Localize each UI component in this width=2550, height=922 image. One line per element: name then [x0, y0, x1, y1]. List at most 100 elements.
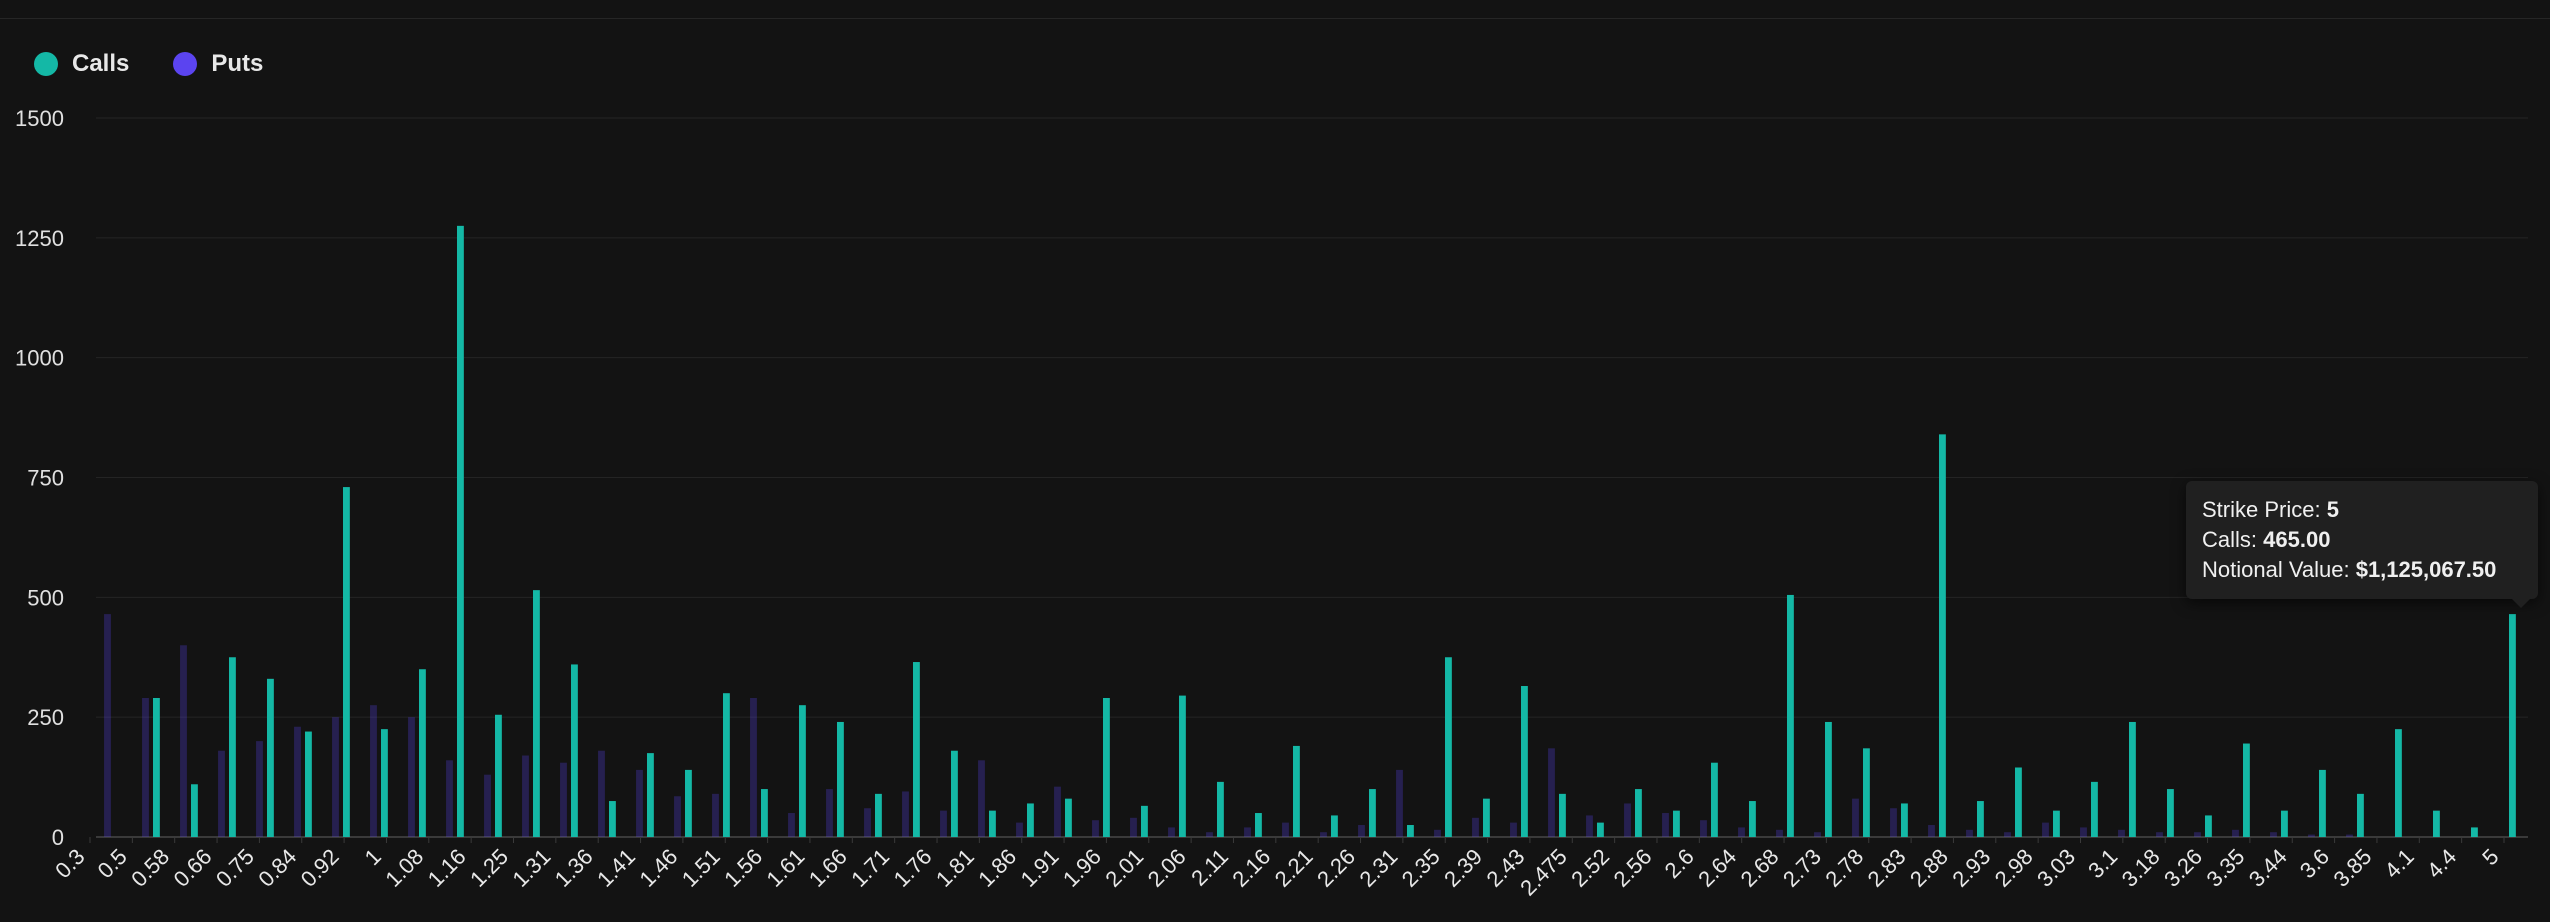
- calls-bar[interactable]: [913, 662, 920, 837]
- puts-bar[interactable]: [484, 774, 491, 837]
- calls-bar[interactable]: [2205, 815, 2212, 837]
- calls-bar[interactable]: [989, 810, 996, 837]
- calls-bar[interactable]: [1863, 748, 1870, 837]
- puts-bar[interactable]: [1130, 817, 1137, 837]
- puts-bar[interactable]: [1814, 832, 1821, 837]
- calls-bar[interactable]: [571, 664, 578, 837]
- calls-bar[interactable]: [2167, 789, 2174, 837]
- puts-bar[interactable]: [1016, 822, 1023, 837]
- calls-bar[interactable]: [267, 678, 274, 837]
- puts-bar[interactable]: [560, 762, 567, 837]
- puts-bar[interactable]: [2308, 834, 2315, 837]
- calls-bar[interactable]: [1711, 762, 1718, 837]
- calls-bar[interactable]: [2471, 827, 2478, 837]
- puts-bar[interactable]: [1548, 748, 1555, 837]
- calls-bar[interactable]: [1483, 798, 1490, 837]
- calls-bar[interactable]: [343, 487, 350, 837]
- puts-bar[interactable]: [1054, 786, 1061, 837]
- calls-bar[interactable]: [533, 590, 540, 837]
- calls-bar[interactable]: [2053, 810, 2060, 837]
- calls-bar[interactable]: [1369, 789, 1376, 837]
- calls-bar[interactable]: [1901, 803, 1908, 837]
- puts-bar[interactable]: [2232, 829, 2239, 837]
- puts-bar[interactable]: [2004, 832, 2011, 837]
- calls-bar[interactable]: [191, 784, 198, 837]
- puts-bar[interactable]: [1890, 808, 1897, 837]
- puts-bar[interactable]: [2042, 822, 2049, 837]
- calls-bar[interactable]: [457, 225, 464, 838]
- puts-bar[interactable]: [2080, 827, 2087, 837]
- calls-bar[interactable]: [1825, 721, 1832, 837]
- puts-bar[interactable]: [1776, 829, 1783, 837]
- calls-bar[interactable]: [685, 769, 692, 837]
- calls-bar[interactable]: [2395, 729, 2402, 837]
- calls-bar[interactable]: [495, 714, 502, 837]
- puts-bar[interactable]: [788, 813, 795, 837]
- puts-bar[interactable]: [218, 750, 225, 837]
- puts-bar[interactable]: [1738, 827, 1745, 837]
- puts-bar[interactable]: [256, 741, 263, 837]
- calls-bar[interactable]: [1445, 657, 1452, 837]
- puts-bar[interactable]: [1168, 827, 1175, 837]
- puts-bar[interactable]: [2346, 834, 2353, 837]
- puts-bar[interactable]: [598, 750, 605, 837]
- puts-bar[interactable]: [142, 697, 149, 837]
- calls-bar[interactable]: [1407, 825, 1414, 837]
- calls-bar[interactable]: [875, 793, 882, 837]
- puts-bar[interactable]: [864, 808, 871, 837]
- puts-bar[interactable]: [636, 769, 643, 837]
- calls-bar[interactable]: [2129, 721, 2136, 837]
- calls-bar[interactable]: [1787, 594, 1794, 837]
- calls-bar[interactable]: [1673, 810, 1680, 837]
- puts-bar[interactable]: [2270, 832, 2277, 837]
- puts-bar[interactable]: [1244, 827, 1251, 837]
- puts-bar[interactable]: [1662, 813, 1669, 837]
- puts-bar[interactable]: [1320, 832, 1327, 837]
- puts-bar[interactable]: [408, 717, 415, 837]
- calls-bar[interactable]: [609, 801, 616, 837]
- calls-bar[interactable]: [951, 750, 958, 837]
- calls-bar[interactable]: [1939, 434, 1946, 837]
- calls-bar[interactable]: [2319, 769, 2326, 837]
- calls-bar[interactable]: [1749, 801, 1756, 837]
- calls-bar[interactable]: [153, 697, 160, 837]
- calls-bar[interactable]: [2357, 793, 2364, 837]
- puts-bar[interactable]: [902, 791, 909, 837]
- calls-bar[interactable]: [1293, 745, 1300, 837]
- puts-bar[interactable]: [1358, 825, 1365, 837]
- puts-bar[interactable]: [104, 614, 111, 837]
- calls-bar[interactable]: [305, 731, 312, 837]
- puts-bar[interactable]: [522, 755, 529, 837]
- calls-bar[interactable]: [2243, 743, 2250, 837]
- puts-bar[interactable]: [1510, 822, 1517, 837]
- calls-bar[interactable]: [1027, 803, 1034, 837]
- calls-bar[interactable]: [1635, 789, 1642, 837]
- puts-bar[interactable]: [1396, 769, 1403, 837]
- puts-bar[interactable]: [1586, 815, 1593, 837]
- puts-bar[interactable]: [294, 726, 301, 837]
- calls-bar[interactable]: [1559, 793, 1566, 837]
- calls-bar[interactable]: [723, 693, 730, 837]
- puts-bar[interactable]: [1966, 829, 1973, 837]
- puts-bar[interactable]: [1092, 820, 1099, 837]
- puts-bar[interactable]: [1434, 829, 1441, 837]
- calls-bar[interactable]: [1103, 697, 1110, 837]
- calls-bar[interactable]: [2091, 781, 2098, 837]
- calls-bar[interactable]: [761, 789, 768, 837]
- puts-bar[interactable]: [712, 793, 719, 837]
- calls-bar[interactable]: [1597, 822, 1604, 837]
- puts-bar[interactable]: [1624, 803, 1631, 837]
- puts-bar[interactable]: [1928, 825, 1935, 837]
- puts-bar[interactable]: [940, 810, 947, 837]
- calls-bar[interactable]: [2015, 767, 2022, 837]
- calls-bar[interactable]: [1179, 695, 1186, 837]
- puts-bar[interactable]: [826, 789, 833, 837]
- puts-bar[interactable]: [446, 760, 453, 837]
- calls-bar[interactable]: [2433, 810, 2440, 837]
- puts-bar[interactable]: [1852, 798, 1859, 837]
- calls-bar[interactable]: [837, 721, 844, 837]
- puts-bar[interactable]: [750, 697, 757, 837]
- puts-bar[interactable]: [674, 796, 681, 837]
- calls-bar[interactable]: [1217, 781, 1224, 837]
- calls-bar[interactable]: [1141, 805, 1148, 837]
